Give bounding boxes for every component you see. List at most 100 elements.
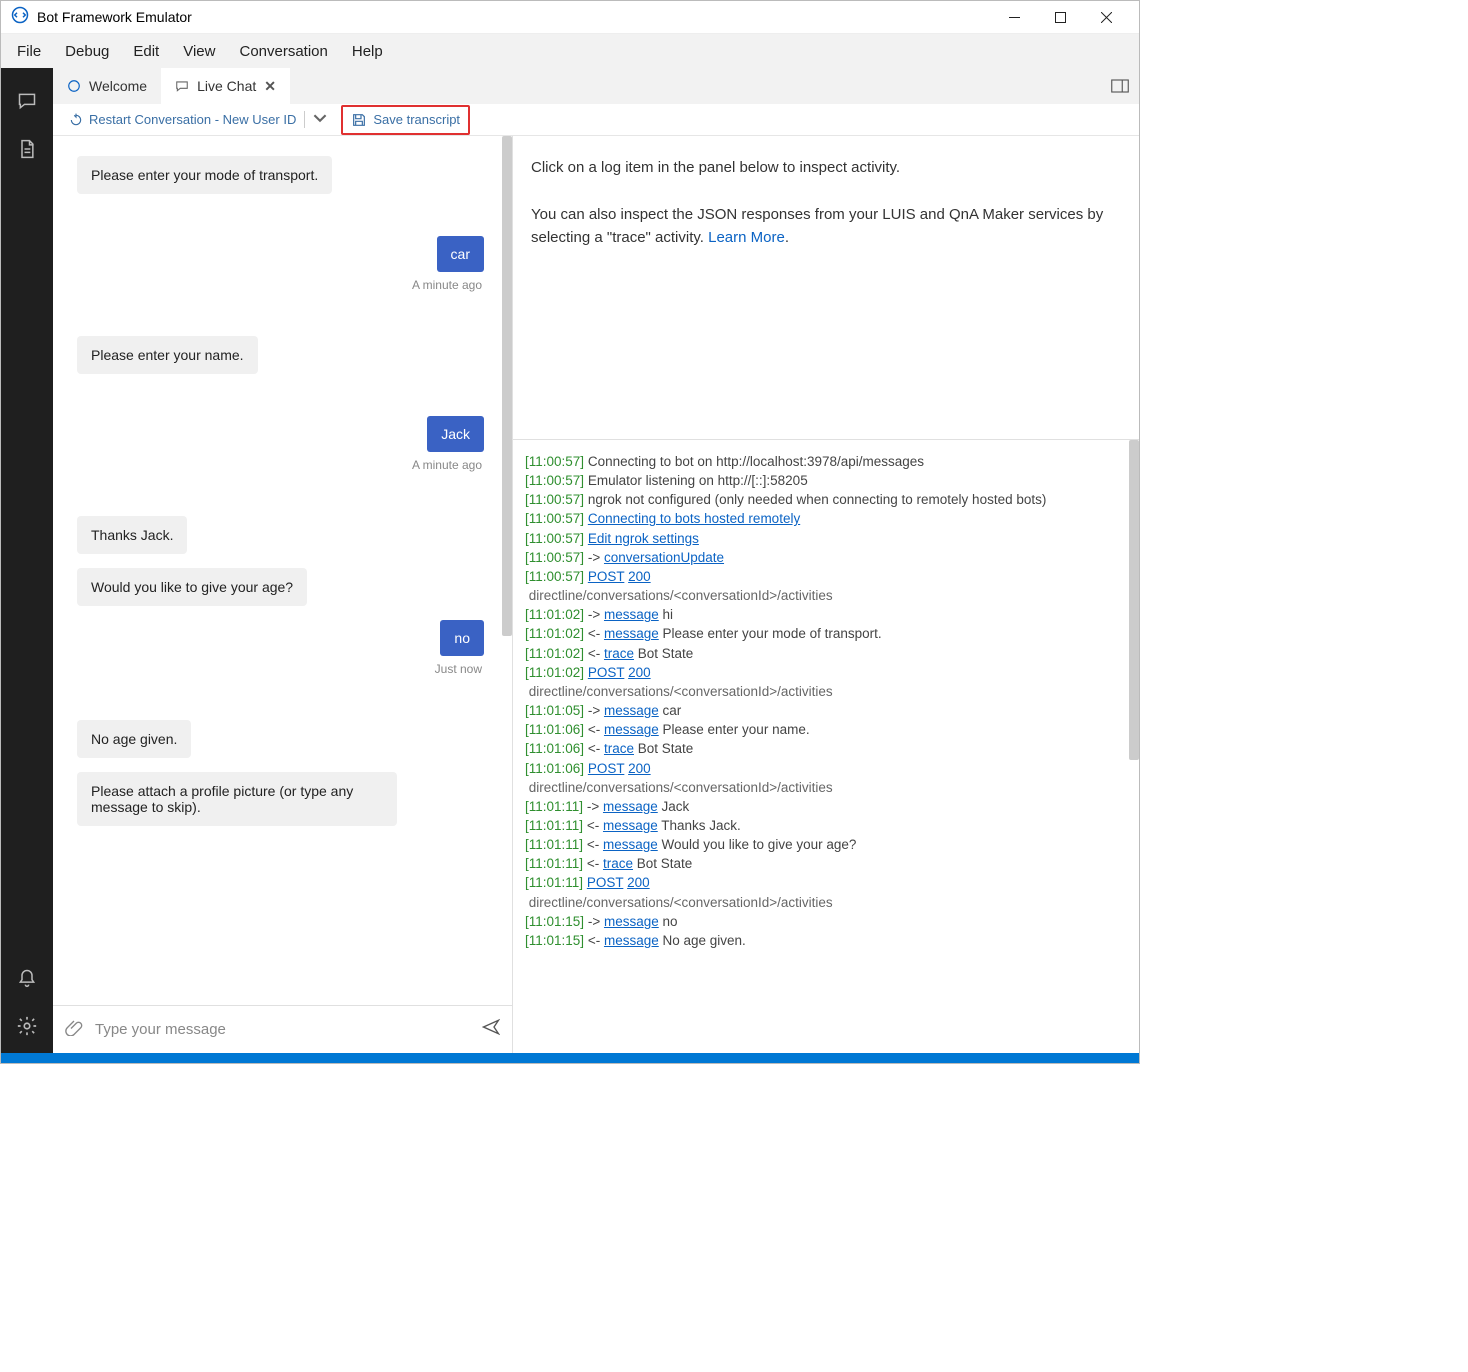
restart-label: Restart Conversation - New User ID	[89, 112, 296, 127]
log-line[interactable]: [11:01:06] <- message Please enter your …	[525, 720, 1127, 739]
menu-help[interactable]: Help	[342, 37, 393, 66]
send-icon[interactable]	[482, 1018, 500, 1041]
log-line[interactable]: [11:01:11] <- message Thanks Jack.	[525, 816, 1127, 835]
user-message[interactable]: Jack A minute ago	[77, 416, 484, 474]
user-message[interactable]: noJust now	[77, 620, 484, 678]
save-transcript-button[interactable]: Save transcript	[341, 105, 470, 135]
log-line[interactable]: [11:01:02] <- message Please enter your …	[525, 624, 1127, 643]
log-line[interactable]: [11:01:11] -> message Jack	[525, 797, 1127, 816]
menu-view[interactable]: View	[173, 37, 225, 66]
message-bubble: Please attach a profile picture (or type…	[77, 772, 397, 826]
log-line[interactable]: [11:01:06] <- trace Bot State	[525, 739, 1127, 758]
log-link[interactable]: POST	[588, 761, 625, 776]
sidebar-bell-icon[interactable]	[1, 957, 53, 999]
log-line[interactable]: [11:01:15] <- message No age given.	[525, 931, 1127, 950]
restart-icon	[69, 113, 83, 127]
message-input-row: Type your message	[53, 1005, 512, 1053]
tab-welcome[interactable]: Welcome	[53, 68, 161, 104]
menu-file[interactable]: File	[7, 37, 51, 66]
log-line[interactable]: [11:01:06] POST 200	[525, 759, 1127, 778]
sidebar-chat-icon[interactable]	[1, 80, 53, 122]
log-line[interactable]: [11:01:02] -> message hi	[525, 605, 1127, 624]
log-link[interactable]: message	[604, 626, 659, 641]
log-link[interactable]: message	[603, 799, 658, 814]
log-line[interactable]: [11:00:57] Connecting to bots hosted rem…	[525, 509, 1127, 528]
log-line[interactable]: [11:01:11] <- trace Bot State	[525, 854, 1127, 873]
chevron-down-icon[interactable]	[304, 111, 327, 128]
log-scrollbar[interactable]	[1129, 440, 1139, 1053]
log-subline: directline/conversations/<conversationId…	[525, 893, 1127, 912]
menu-edit[interactable]: Edit	[123, 37, 169, 66]
log-link[interactable]: Connecting to bots hosted remotely	[588, 511, 800, 526]
save-label: Save transcript	[373, 112, 460, 127]
message-bubble: Jack	[427, 416, 484, 452]
message-bubble: Please enter your mode of transport.	[77, 156, 332, 194]
log-link[interactable]: trace	[604, 741, 634, 756]
log-line[interactable]: [11:00:57] Connecting to bot on http://l…	[525, 452, 1127, 471]
chat-panel: Please enter your mode of transport. carA…	[53, 136, 513, 1053]
log-line[interactable]: [11:00:57] ngrok not configured (only ne…	[525, 490, 1127, 509]
log-link[interactable]: POST	[588, 665, 625, 680]
message-timestamp: A minute ago	[412, 458, 484, 472]
close-button[interactable]	[1083, 1, 1129, 33]
minimize-button[interactable]	[991, 1, 1037, 33]
log-line[interactable]: [11:01:15] -> message no	[525, 912, 1127, 931]
user-message[interactable]: carA minute ago	[77, 236, 484, 294]
sidebar-gear-icon[interactable]	[1, 1005, 53, 1047]
log-link[interactable]: 200	[628, 665, 651, 680]
log-link[interactable]: 200	[628, 569, 651, 584]
log-link[interactable]: message	[603, 818, 658, 833]
menu-debug[interactable]: Debug	[55, 37, 119, 66]
bot-message[interactable]: Please attach a profile picture (or type…	[77, 772, 484, 826]
log-link[interactable]: conversationUpdate	[604, 550, 724, 565]
tabs: Welcome Live Chat ✕	[53, 68, 1139, 104]
log-link[interactable]: message	[604, 703, 659, 718]
log-line[interactable]: [11:00:57] -> conversationUpdate	[525, 548, 1127, 567]
bot-message[interactable]: No age given.	[77, 720, 484, 758]
save-icon	[351, 112, 367, 128]
menubar: File Debug Edit View Conversation Help	[1, 34, 1139, 68]
bot-message[interactable]: Please enter your mode of transport.	[77, 156, 484, 194]
close-icon[interactable]: ✕	[264, 78, 276, 95]
log-line[interactable]: [11:00:57] Emulator listening on http://…	[525, 471, 1127, 490]
log-line[interactable]: [11:00:57] POST 200	[525, 567, 1127, 586]
chat-scrollbar[interactable]	[502, 136, 512, 1005]
log-link[interactable]: POST	[588, 569, 625, 584]
bot-message[interactable]: Would you like to give your age?	[77, 568, 484, 606]
attach-icon[interactable]	[65, 1018, 83, 1041]
log-panel[interactable]: [11:00:57] Connecting to bot on http://l…	[513, 439, 1139, 1053]
log-line[interactable]: [11:01:11] POST 200	[525, 873, 1127, 892]
log-link[interactable]: message	[604, 933, 659, 948]
sidebar	[1, 68, 53, 1053]
learn-more-link[interactable]: Learn More	[708, 229, 785, 246]
log-link[interactable]: trace	[603, 856, 633, 871]
log-link[interactable]: message	[604, 914, 659, 929]
log-link[interactable]: Edit ngrok settings	[588, 531, 699, 546]
log-link[interactable]: trace	[604, 646, 634, 661]
log-line[interactable]: [11:00:57] Edit ngrok settings	[525, 529, 1127, 548]
tab-livechat[interactable]: Live Chat ✕	[161, 68, 290, 104]
sidebar-file-icon[interactable]	[1, 128, 53, 170]
maximize-button[interactable]	[1037, 1, 1083, 33]
log-link[interactable]: POST	[587, 875, 624, 890]
log-subline: directline/conversations/<conversationId…	[525, 682, 1127, 701]
message-input[interactable]: Type your message	[95, 1021, 470, 1038]
log-line[interactable]: [11:01:05] -> message car	[525, 701, 1127, 720]
log-line[interactable]: [11:01:02] <- trace Bot State	[525, 644, 1127, 663]
inspector-panel: Click on a log item in the panel below t…	[513, 136, 1139, 1053]
toolbar: Restart Conversation - New User ID Save …	[53, 104, 1139, 136]
log-link[interactable]: message	[604, 607, 659, 622]
log-link[interactable]: message	[603, 837, 658, 852]
log-line[interactable]: [11:01:11] <- message Would you like to …	[525, 835, 1127, 854]
bot-message[interactable]: Thanks Jack.	[77, 516, 484, 554]
restart-conversation-button[interactable]: Restart Conversation - New User ID	[69, 111, 327, 128]
app-icon	[11, 6, 29, 29]
log-link[interactable]: 200	[627, 875, 650, 890]
split-panel-icon[interactable]	[1111, 68, 1139, 104]
log-link[interactable]: message	[604, 722, 659, 737]
log-line[interactable]: [11:01:02] POST 200	[525, 663, 1127, 682]
bot-message[interactable]: Please enter your name.	[77, 336, 484, 374]
menu-conversation[interactable]: Conversation	[229, 37, 337, 66]
tab-livechat-label: Live Chat	[197, 78, 256, 94]
log-link[interactable]: 200	[628, 761, 651, 776]
